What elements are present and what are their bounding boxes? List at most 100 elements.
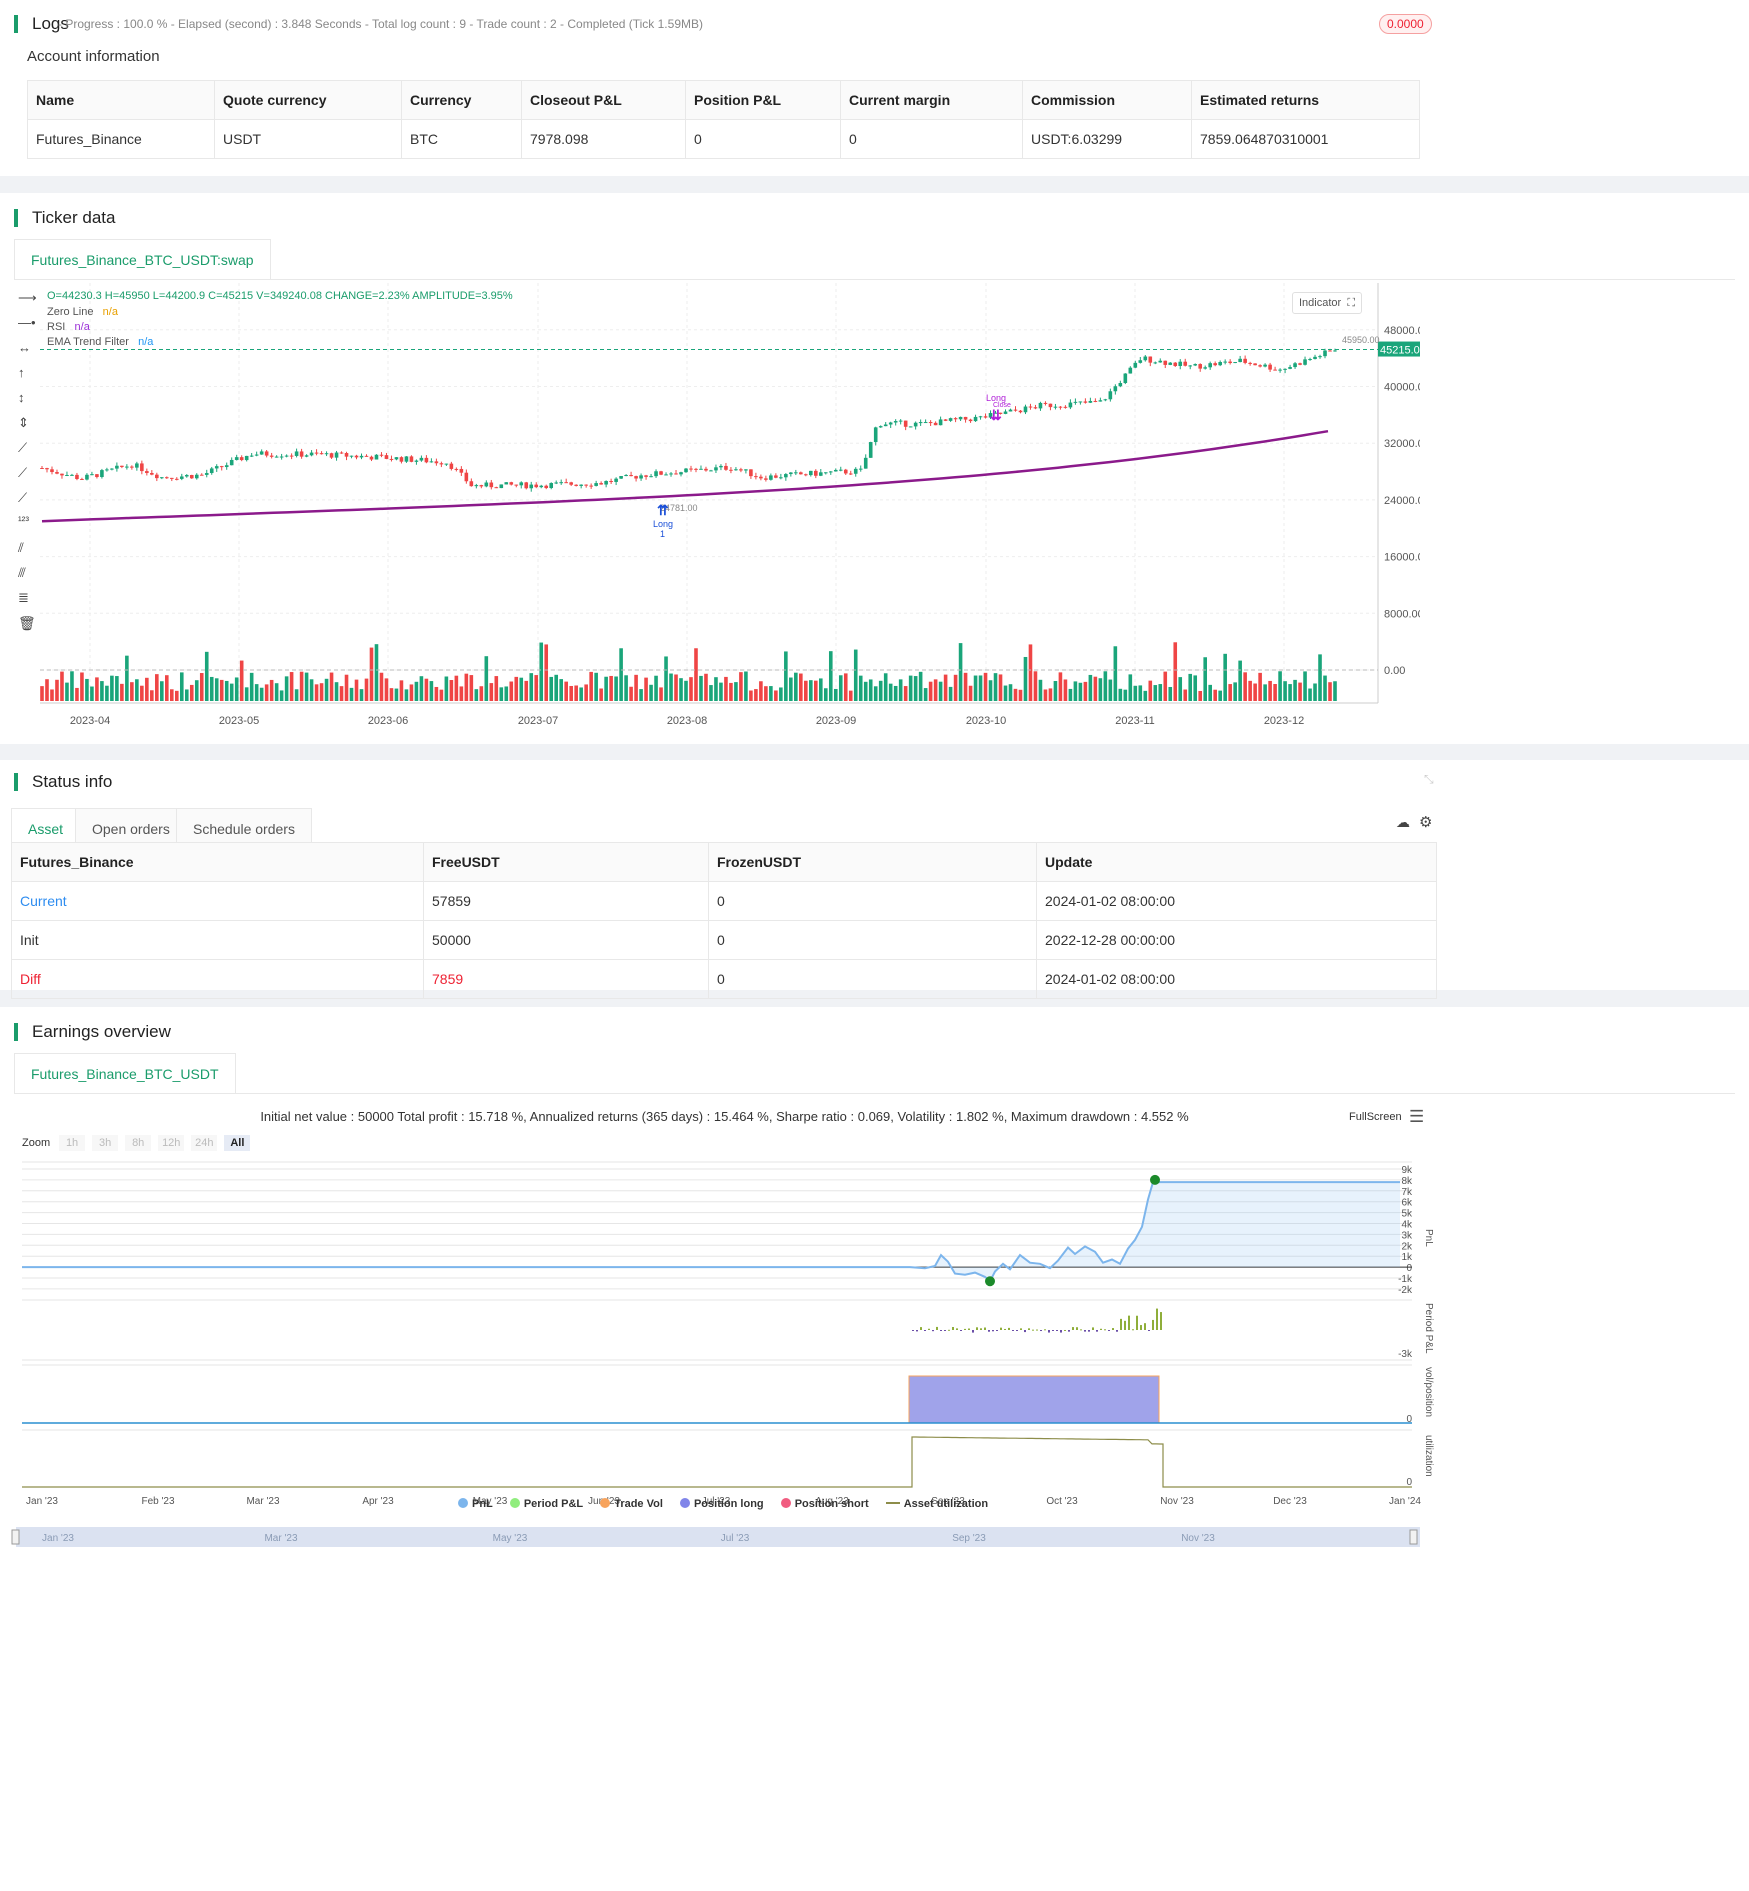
candle bbox=[619, 476, 623, 479]
candle bbox=[1248, 362, 1252, 364]
legend-position-short[interactable]: Position short bbox=[780, 1498, 869, 1510]
cloud-download-icon[interactable]: ☁ bbox=[1396, 814, 1410, 831]
candle bbox=[1283, 368, 1287, 370]
account-cell: 0 bbox=[685, 119, 841, 159]
volume-bar bbox=[249, 672, 254, 701]
candle bbox=[868, 442, 873, 458]
candle bbox=[294, 451, 299, 456]
candle bbox=[539, 485, 544, 488]
expand-icon[interactable]: ⛶ bbox=[1347, 297, 1355, 309]
legend-position-long[interactable]: Position long bbox=[679, 1498, 764, 1510]
volume-bar bbox=[199, 673, 204, 701]
volume-bar bbox=[439, 689, 444, 701]
candle bbox=[1113, 386, 1118, 392]
account-col: Closeout P&L bbox=[521, 80, 686, 120]
volume-bar bbox=[204, 651, 209, 701]
period-pnl-bar bbox=[1008, 1327, 1010, 1330]
volume-bar bbox=[359, 689, 364, 701]
candle bbox=[848, 473, 853, 475]
candle bbox=[1328, 350, 1332, 352]
volume-bar bbox=[1118, 688, 1123, 701]
volume-bar bbox=[624, 675, 628, 701]
volume-bar bbox=[818, 678, 823, 701]
candle bbox=[1073, 401, 1078, 403]
earnings-chart[interactable]: 9k8k7k6k5k4k3k2k1k0-1k-2kPnL-3kPeriod P&… bbox=[0, 1007, 1449, 1891]
close-arrow-icon: ⇊ bbox=[990, 407, 1002, 423]
navigator-handle-left bbox=[11, 1529, 20, 1545]
volume-bar bbox=[569, 685, 573, 701]
ticker-title: Ticker data bbox=[14, 209, 115, 227]
volume-bar bbox=[1078, 682, 1083, 701]
volume-bar bbox=[100, 681, 104, 701]
candle bbox=[1313, 356, 1317, 360]
candle bbox=[160, 477, 164, 479]
asset-update: 2022-12-28 00:00:00 bbox=[1036, 920, 1437, 960]
period-pnl-bar bbox=[1024, 1330, 1026, 1333]
candle bbox=[1023, 406, 1028, 413]
volume-bar bbox=[434, 686, 439, 701]
candle bbox=[389, 458, 394, 460]
settings-icon[interactable]: ⚙ bbox=[1419, 813, 1432, 831]
volume-bar bbox=[404, 689, 409, 701]
asset-row-label[interactable]: Current bbox=[11, 881, 424, 921]
candle bbox=[364, 455, 369, 457]
candle bbox=[1228, 361, 1232, 364]
candle bbox=[184, 475, 189, 477]
candle bbox=[229, 459, 234, 466]
candle bbox=[928, 422, 933, 424]
period-pnl-bar bbox=[944, 1330, 946, 1331]
pnl-tick-label: 6k bbox=[1401, 1198, 1413, 1209]
indicator-button[interactable]: Indicator ⛶ bbox=[1292, 292, 1363, 314]
candle bbox=[1308, 359, 1312, 361]
volume-bar bbox=[459, 686, 464, 701]
status-title: Status info bbox=[14, 773, 112, 791]
volume-bar bbox=[918, 671, 923, 701]
volume-bar bbox=[40, 686, 44, 701]
legend-period-pnl[interactable]: Period P&L bbox=[509, 1498, 583, 1510]
candlestick-chart[interactable]: 48000.00 40000.00 32000.00 24000.00 16000.00… bbox=[0, 283, 1420, 743]
navigator-tick-label: May '23 bbox=[493, 1533, 528, 1544]
volume-bar bbox=[664, 656, 668, 701]
candle bbox=[933, 422, 938, 426]
candle bbox=[1278, 369, 1282, 371]
legend-trade-vol[interactable]: Trade Vol bbox=[600, 1498, 663, 1510]
volume-bar bbox=[499, 687, 504, 701]
period-pnl-bar bbox=[912, 1330, 914, 1331]
candle bbox=[1323, 350, 1327, 357]
candle bbox=[1098, 400, 1103, 402]
volume-bar bbox=[823, 688, 828, 701]
candle bbox=[1333, 350, 1337, 352]
volume-bar bbox=[699, 675, 703, 701]
volume-bar bbox=[484, 656, 489, 701]
legend-pnl[interactable]: PnL bbox=[458, 1498, 493, 1510]
legend-asset-utilization[interactable]: Asset utilization bbox=[885, 1498, 988, 1510]
volume-bar bbox=[454, 675, 459, 701]
period-pnl-bar bbox=[952, 1326, 954, 1330]
candle bbox=[339, 452, 344, 454]
candle bbox=[115, 465, 119, 469]
volume-bar bbox=[1268, 680, 1272, 701]
collapse-icon[interactable]: ⤡ bbox=[1424, 772, 1434, 787]
volume-bar bbox=[838, 675, 843, 701]
tab-ticker-symbol[interactable]: Futures_Binance_BTC_USDT:swap bbox=[14, 239, 271, 279]
volume-bar bbox=[1063, 679, 1068, 701]
candle bbox=[499, 484, 504, 489]
candle bbox=[259, 451, 264, 455]
volume-bar bbox=[179, 672, 184, 701]
volume-bar bbox=[734, 682, 738, 701]
volume-bar bbox=[1073, 681, 1078, 701]
candle bbox=[254, 454, 259, 456]
candle bbox=[754, 476, 758, 478]
volume-bar bbox=[244, 687, 249, 701]
volume-bar bbox=[1103, 671, 1108, 701]
candle bbox=[769, 475, 773, 480]
candle bbox=[1153, 362, 1158, 364]
navigator-tick-label: Jul '23 bbox=[721, 1533, 750, 1544]
candle bbox=[429, 461, 434, 463]
volume-bar bbox=[759, 681, 763, 701]
period-pnl-bar bbox=[980, 1328, 982, 1330]
candle bbox=[953, 418, 958, 420]
candle bbox=[1108, 391, 1113, 400]
candle bbox=[439, 463, 444, 465]
volume-bar bbox=[539, 642, 544, 701]
